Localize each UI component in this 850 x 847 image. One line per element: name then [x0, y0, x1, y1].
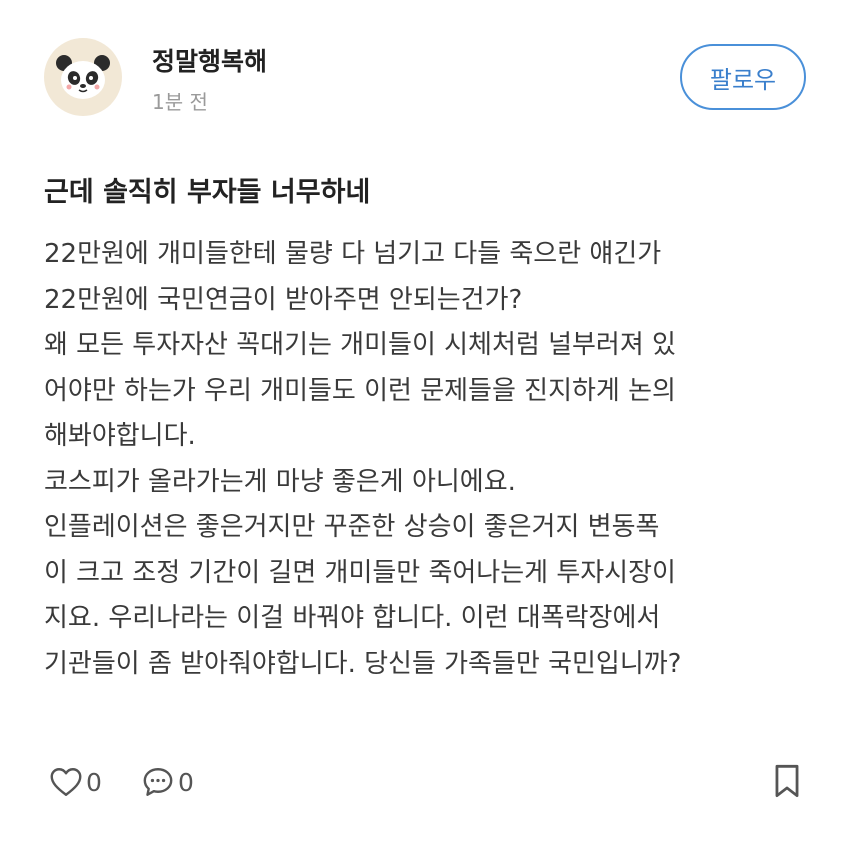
like-count: 0: [86, 767, 102, 797]
follow-button[interactable]: 팔로우: [680, 44, 806, 110]
bookmark-button[interactable]: [770, 762, 804, 804]
post-header: 정말행복해 1분 전 팔로우: [44, 38, 814, 118]
post-body: 22만원에 개미들한테 물량 다 넘기고 다들 죽으란 얘긴가 22만원에 국민…: [44, 232, 814, 687]
post-body-line: 22만원에 개미들한테 물량 다 넘기고 다들 죽으란 얘긴가: [44, 239, 662, 269]
post-body-line: 인플레이션은 좋은거지만 꾸준한 상승이 좋은거지 변동폭: [44, 512, 660, 542]
post-time: 1분 전: [152, 90, 208, 114]
avatar[interactable]: [44, 38, 122, 116]
comment-count: 0: [178, 767, 194, 797]
post-body-line: 해봐야합니다.: [44, 421, 196, 451]
post-body-line: 22만원에 국민연금이 받아주면 안되는건가?: [44, 284, 523, 315]
post-body-line: 기관들이 좀 받아줘야합니다. 당신들 가족들만 국민입니까?: [44, 648, 682, 679]
panda-avatar-icon: [56, 55, 110, 99]
post-body-line: 어야만 하는가 우리 개미들도 이런 문제들을 진지하게 논의: [44, 375, 676, 406]
speech-bubble-icon: [143, 768, 173, 796]
author-name[interactable]: 정말행복해: [152, 42, 267, 78]
bookmark-icon: [775, 764, 799, 798]
post-title: 근데 솔직히 부자들 너무하네: [44, 177, 371, 208]
comment-button[interactable]: 0: [140, 760, 194, 804]
post-body-line: 왜 모든 투자자산 꼭대기는 개미들이 시체처럼 널부러져 있: [44, 330, 676, 360]
heart-icon: [50, 768, 82, 796]
like-button[interactable]: 0: [48, 760, 102, 804]
post-body-line: 코스피가 올라가는게 마냥 좋은게 아니에요.: [44, 466, 516, 497]
post-body-line: 이 크고 조정 기간이 길면 개미들만 죽어나는게 투자시장이: [44, 557, 676, 588]
post-body-line: 지요. 우리나라는 이걸 바꿔야 합니다. 이런 대폭락장에서: [44, 603, 661, 633]
post-footer: 0 0: [48, 760, 804, 804]
